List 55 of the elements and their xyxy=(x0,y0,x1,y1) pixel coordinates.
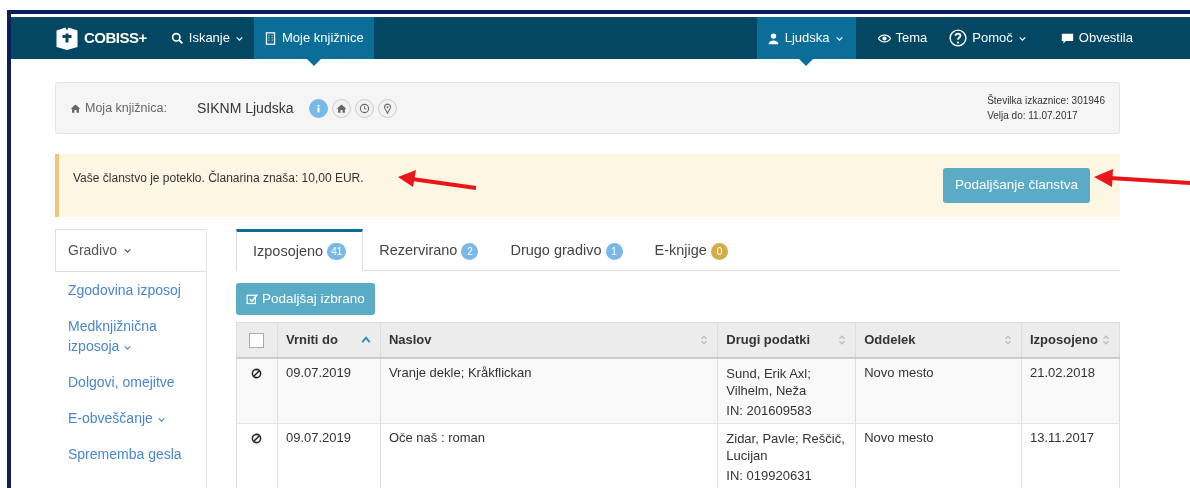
nav-menu-item[interactable]: Obvestila xyxy=(1050,17,1145,59)
column-header[interactable]: Naslov xyxy=(388,330,432,350)
home-icon xyxy=(336,102,348,114)
active-pointer-icon xyxy=(799,59,814,66)
sidebar-link[interactable]: Dolgovi, omejitve xyxy=(55,364,206,400)
table-cell: 09.07.2019 xyxy=(277,357,381,424)
sidebar-link[interactable]: Zgodovina izposoj xyxy=(55,272,206,308)
column-header[interactable]: Oddelek xyxy=(864,330,916,350)
count-badge: 1 xyxy=(605,242,623,260)
count-badge: 0 xyxy=(710,242,728,260)
table-cell: 21.02.2018 xyxy=(1021,357,1120,424)
tab[interactable]: Izposojeno 41 xyxy=(236,229,364,271)
valid-until: Velja do: 11.07.2017 xyxy=(987,109,1079,123)
user-icon xyxy=(766,31,780,45)
library-name: SIKNM Ljudska xyxy=(197,98,294,118)
library-label: Moja knjižnica: xyxy=(70,98,167,118)
nav-menu-item[interactable]: Tema xyxy=(867,17,940,59)
logo[interactable]: COBISS+ xyxy=(45,17,161,59)
sidebar-header[interactable]: Gradivo xyxy=(55,229,206,272)
library-info-button[interactable] xyxy=(378,98,398,118)
blocked-icon xyxy=(251,432,263,444)
library-info-button[interactable] xyxy=(355,98,375,118)
chevron-down-icon xyxy=(123,246,133,255)
chat-bubble-icon xyxy=(1060,31,1074,45)
tab[interactable]: E-knjige 0 xyxy=(638,229,744,270)
eye-icon xyxy=(877,31,891,45)
nav-menu-item[interactable]: Pomoč xyxy=(939,17,1051,59)
inventory-number: IN: 201609583 xyxy=(726,402,812,418)
building-icon xyxy=(264,31,277,45)
library-info-button[interactable] xyxy=(332,98,352,118)
book-logo-icon xyxy=(55,25,79,51)
nav-menu-item[interactable]: Iskanje xyxy=(160,17,254,59)
sidebar-link[interactable]: E-obveščanje xyxy=(55,400,206,436)
blocked-icon xyxy=(251,367,263,379)
tab[interactable]: Drugo gradivo 1 xyxy=(494,229,639,270)
table-cell: Vranje dekle; Kråkflickan xyxy=(380,357,718,424)
search-icon xyxy=(170,31,184,45)
help-icon xyxy=(949,29,968,47)
count-badge: 2 xyxy=(461,242,479,260)
sidebar-link[interactable]: Medknjižnična izposoja xyxy=(55,308,206,364)
author-text: Zidar, Pavle; Reščič, Lucijan xyxy=(726,429,846,464)
author-text: Sund, Erik Axl; Vilhelm, Neža xyxy=(726,364,812,399)
home-icon xyxy=(70,102,81,114)
sidebar-link[interactable]: Sprememba gesla xyxy=(55,436,206,472)
map-pin-icon xyxy=(382,102,394,114)
tab[interactable]: Rezervirano 2 xyxy=(363,229,495,270)
table-cell: Novo mesto xyxy=(855,357,1022,424)
active-pointer-icon xyxy=(306,59,321,66)
alert-message: Vaše članstvo je poteklo. Članarina znaša: 10,00 EUR. xyxy=(73,169,364,187)
checkbox-icon xyxy=(246,293,258,306)
inventory-number: IN: 019920631 xyxy=(726,467,812,483)
select-all-checkbox[interactable] xyxy=(249,333,265,349)
count-badge: 41 xyxy=(327,243,347,260)
card-number: Številka izkaznice: 301946 xyxy=(987,93,1105,108)
clock-icon xyxy=(359,102,371,114)
